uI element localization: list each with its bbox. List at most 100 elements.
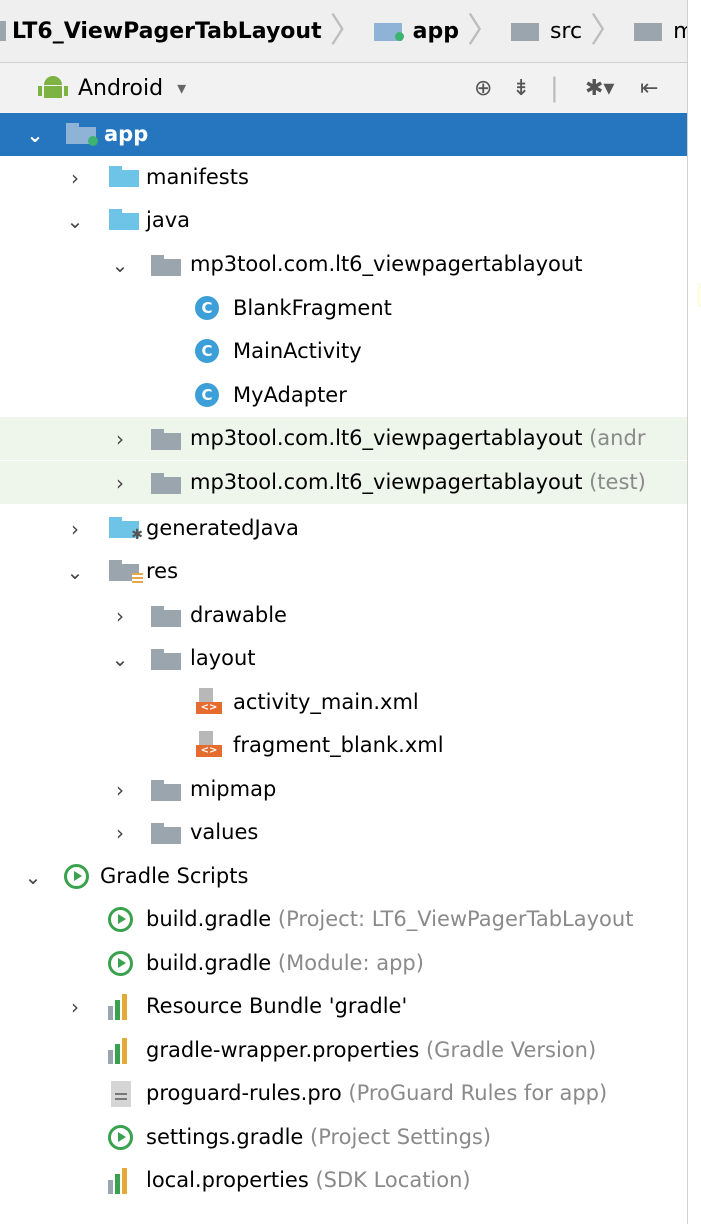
tree-item-text-file[interactable]: proguard-rules.pro (ProGuard Rules for a… bbox=[0, 1072, 687, 1115]
tree-label: Resource Bundle 'gradle' bbox=[146, 994, 408, 1018]
tree-label: manifests bbox=[146, 165, 249, 189]
android-icon bbox=[38, 76, 68, 100]
tree-item-xml[interactable]: <> fragment_blank.xml bbox=[0, 724, 687, 767]
tree-item-drawable[interactable]: › drawable bbox=[0, 594, 687, 637]
tree-hint: (Project Settings) bbox=[303, 1125, 492, 1149]
chevron-right-icon[interactable]: › bbox=[109, 417, 131, 460]
gradle-icon bbox=[64, 864, 89, 889]
tree-item-gradle-file[interactable]: build.gradle (Project: LT6_ViewPagerTabL… bbox=[0, 898, 687, 941]
resource-folder-icon bbox=[109, 560, 143, 584]
tree-label: local.properties bbox=[146, 1168, 309, 1192]
tree-item-properties-file[interactable]: local.properties (SDK Location) bbox=[0, 1159, 687, 1202]
tree-label: mp3tool.com.lt6_viewpagertablayout bbox=[190, 426, 583, 450]
breadcrumb-item-src[interactable]: src bbox=[505, 0, 588, 62]
tree-label: build.gradle bbox=[146, 907, 272, 931]
folder-icon bbox=[510, 21, 541, 41]
folder-icon bbox=[634, 21, 664, 41]
tree-item-package[interactable]: ⌄ mp3tool.com.lt6_viewpagertablayout bbox=[0, 243, 687, 286]
editor-edge-highlight bbox=[697, 283, 701, 307]
vertical-scrollbar[interactable] bbox=[687, 0, 701, 1224]
collapse-icon[interactable]: ⇟ bbox=[512, 63, 530, 113]
breadcrumb: LT6_ViewPagerTabLayout 〉 app 〉 src 〉 mai… bbox=[0, 0, 701, 63]
tree-label: BlankFragment bbox=[233, 296, 392, 320]
project-toolbar: Android ▾ ⊕ ⇟ | ✱▾ ⇤ bbox=[0, 63, 701, 114]
gradle-icon bbox=[108, 907, 133, 932]
folder-icon bbox=[151, 606, 181, 628]
class-icon: C bbox=[195, 383, 219, 407]
chevron-right-icon[interactable]: › bbox=[64, 985, 86, 1028]
package-icon bbox=[151, 473, 181, 495]
view-selector-label: Android bbox=[78, 75, 164, 101]
tree-item-mipmap[interactable]: › mipmap bbox=[0, 768, 687, 811]
breadcrumb-separator: 〉 bbox=[466, 11, 501, 51]
package-icon bbox=[151, 255, 181, 277]
chevron-right-icon[interactable]: › bbox=[109, 594, 131, 637]
tree-label: build.gradle bbox=[146, 951, 272, 975]
tree-label: activity_main.xml bbox=[233, 690, 419, 714]
breadcrumb-item-project[interactable]: LT6_ViewPagerTabLayout bbox=[0, 0, 328, 62]
tree-hint: (Gradle Version) bbox=[419, 1038, 597, 1062]
tree-label: java bbox=[146, 208, 190, 232]
tree-item-values[interactable]: › values bbox=[0, 811, 687, 854]
chevron-down-icon[interactable]: ⌄ bbox=[64, 550, 86, 593]
chevron-down-icon[interactable]: ⌄ bbox=[64, 199, 86, 242]
chevron-right-icon[interactable]: › bbox=[109, 811, 131, 854]
tree-item-gradle-file[interactable]: settings.gradle (Project Settings) bbox=[0, 1116, 687, 1159]
tree-label: mp3tool.com.lt6_viewpagertablayout bbox=[190, 252, 583, 276]
chevron-down-icon: ▾ bbox=[177, 77, 187, 99]
tree-item-manifests[interactable]: › manifests bbox=[0, 156, 687, 199]
chevron-down-icon[interactable]: ⌄ bbox=[24, 113, 46, 156]
chevron-right-icon[interactable]: › bbox=[64, 156, 86, 199]
tree-item-resource-bundle[interactable]: › Resource Bundle 'gradle' bbox=[0, 985, 687, 1028]
tree-item-xml[interactable]: <> activity_main.xml bbox=[0, 681, 687, 724]
chevron-down-icon[interactable]: ⌄ bbox=[22, 855, 44, 898]
tree-item-gradle-file[interactable]: build.gradle (Module: app) bbox=[0, 942, 687, 985]
generated-folder-icon: ✱ bbox=[109, 517, 143, 542]
tree-item-package-test[interactable]: › mp3tool.com.lt6_viewpagertablayout (te… bbox=[0, 461, 687, 504]
properties-file-icon bbox=[108, 1038, 134, 1064]
tree-label: res bbox=[146, 559, 179, 583]
tree-label: fragment_blank.xml bbox=[233, 733, 444, 757]
crosshair-icon[interactable]: ⊕ bbox=[474, 63, 492, 113]
breadcrumb-item-app[interactable]: app bbox=[368, 0, 465, 62]
tree-hint: (andr bbox=[582, 426, 646, 450]
tree-label: proguard-rules.pro bbox=[146, 1081, 342, 1105]
tree-item-class[interactable]: C MyAdapter bbox=[0, 374, 687, 417]
module-folder-icon bbox=[66, 123, 98, 146]
tree-item-generated-java[interactable]: › ✱ generatedJava bbox=[0, 507, 687, 550]
chevron-down-icon[interactable]: ⌄ bbox=[109, 637, 131, 680]
chevron-right-icon[interactable]: › bbox=[64, 507, 86, 550]
chevron-right-icon[interactable]: › bbox=[109, 768, 131, 811]
tree-hint: (ProGuard Rules for app) bbox=[341, 1081, 608, 1105]
chevron-down-icon[interactable]: ⌄ bbox=[109, 243, 131, 286]
tree-hint: (Project: LT6_ViewPagerTabLayout bbox=[271, 907, 634, 931]
gradle-icon bbox=[108, 951, 133, 976]
package-icon bbox=[151, 429, 181, 451]
module-folder-icon bbox=[373, 21, 404, 41]
breadcrumb-app-label: app bbox=[412, 18, 459, 44]
tree-label: mipmap bbox=[190, 777, 277, 801]
gear-icon[interactable]: ✱▾ bbox=[585, 63, 614, 113]
hide-icon[interactable]: ⇤ bbox=[640, 63, 658, 113]
tree-label: layout bbox=[190, 646, 256, 670]
tree-item-package-android-test[interactable]: › mp3tool.com.lt6_viewpagertablayout (an… bbox=[0, 417, 687, 460]
tree-hint: (Module: app) bbox=[271, 951, 424, 975]
tree-label: mp3tool.com.lt6_viewpagertablayout bbox=[190, 470, 583, 494]
tree-item-class[interactable]: C BlankFragment bbox=[0, 287, 687, 330]
breadcrumb-project-label: LT6_ViewPagerTabLayout bbox=[12, 18, 322, 44]
properties-file-icon bbox=[108, 1168, 134, 1194]
tree-label: values bbox=[190, 820, 259, 844]
tree-item-java[interactable]: ⌄ java bbox=[0, 199, 687, 242]
folder-icon bbox=[109, 166, 139, 188]
tree-item-class[interactable]: C MainActivity bbox=[0, 330, 687, 373]
chevron-right-icon[interactable]: › bbox=[109, 461, 131, 504]
tree-label: generatedJava bbox=[146, 516, 299, 540]
folder-icon bbox=[151, 649, 181, 671]
tree-label: MyAdapter bbox=[233, 383, 347, 407]
tree-item-properties-file[interactable]: gradle-wrapper.properties (Gradle Versio… bbox=[0, 1029, 687, 1072]
tree-item-layout[interactable]: ⌄ layout bbox=[0, 637, 687, 680]
tree-item-res[interactable]: ⌄ res bbox=[0, 550, 687, 593]
tree-item-gradle-scripts[interactable]: ⌄ Gradle Scripts bbox=[0, 855, 687, 898]
view-selector[interactable]: Android ▾ bbox=[38, 76, 186, 101]
tree-item-app[interactable]: ⌄ app bbox=[0, 113, 687, 156]
